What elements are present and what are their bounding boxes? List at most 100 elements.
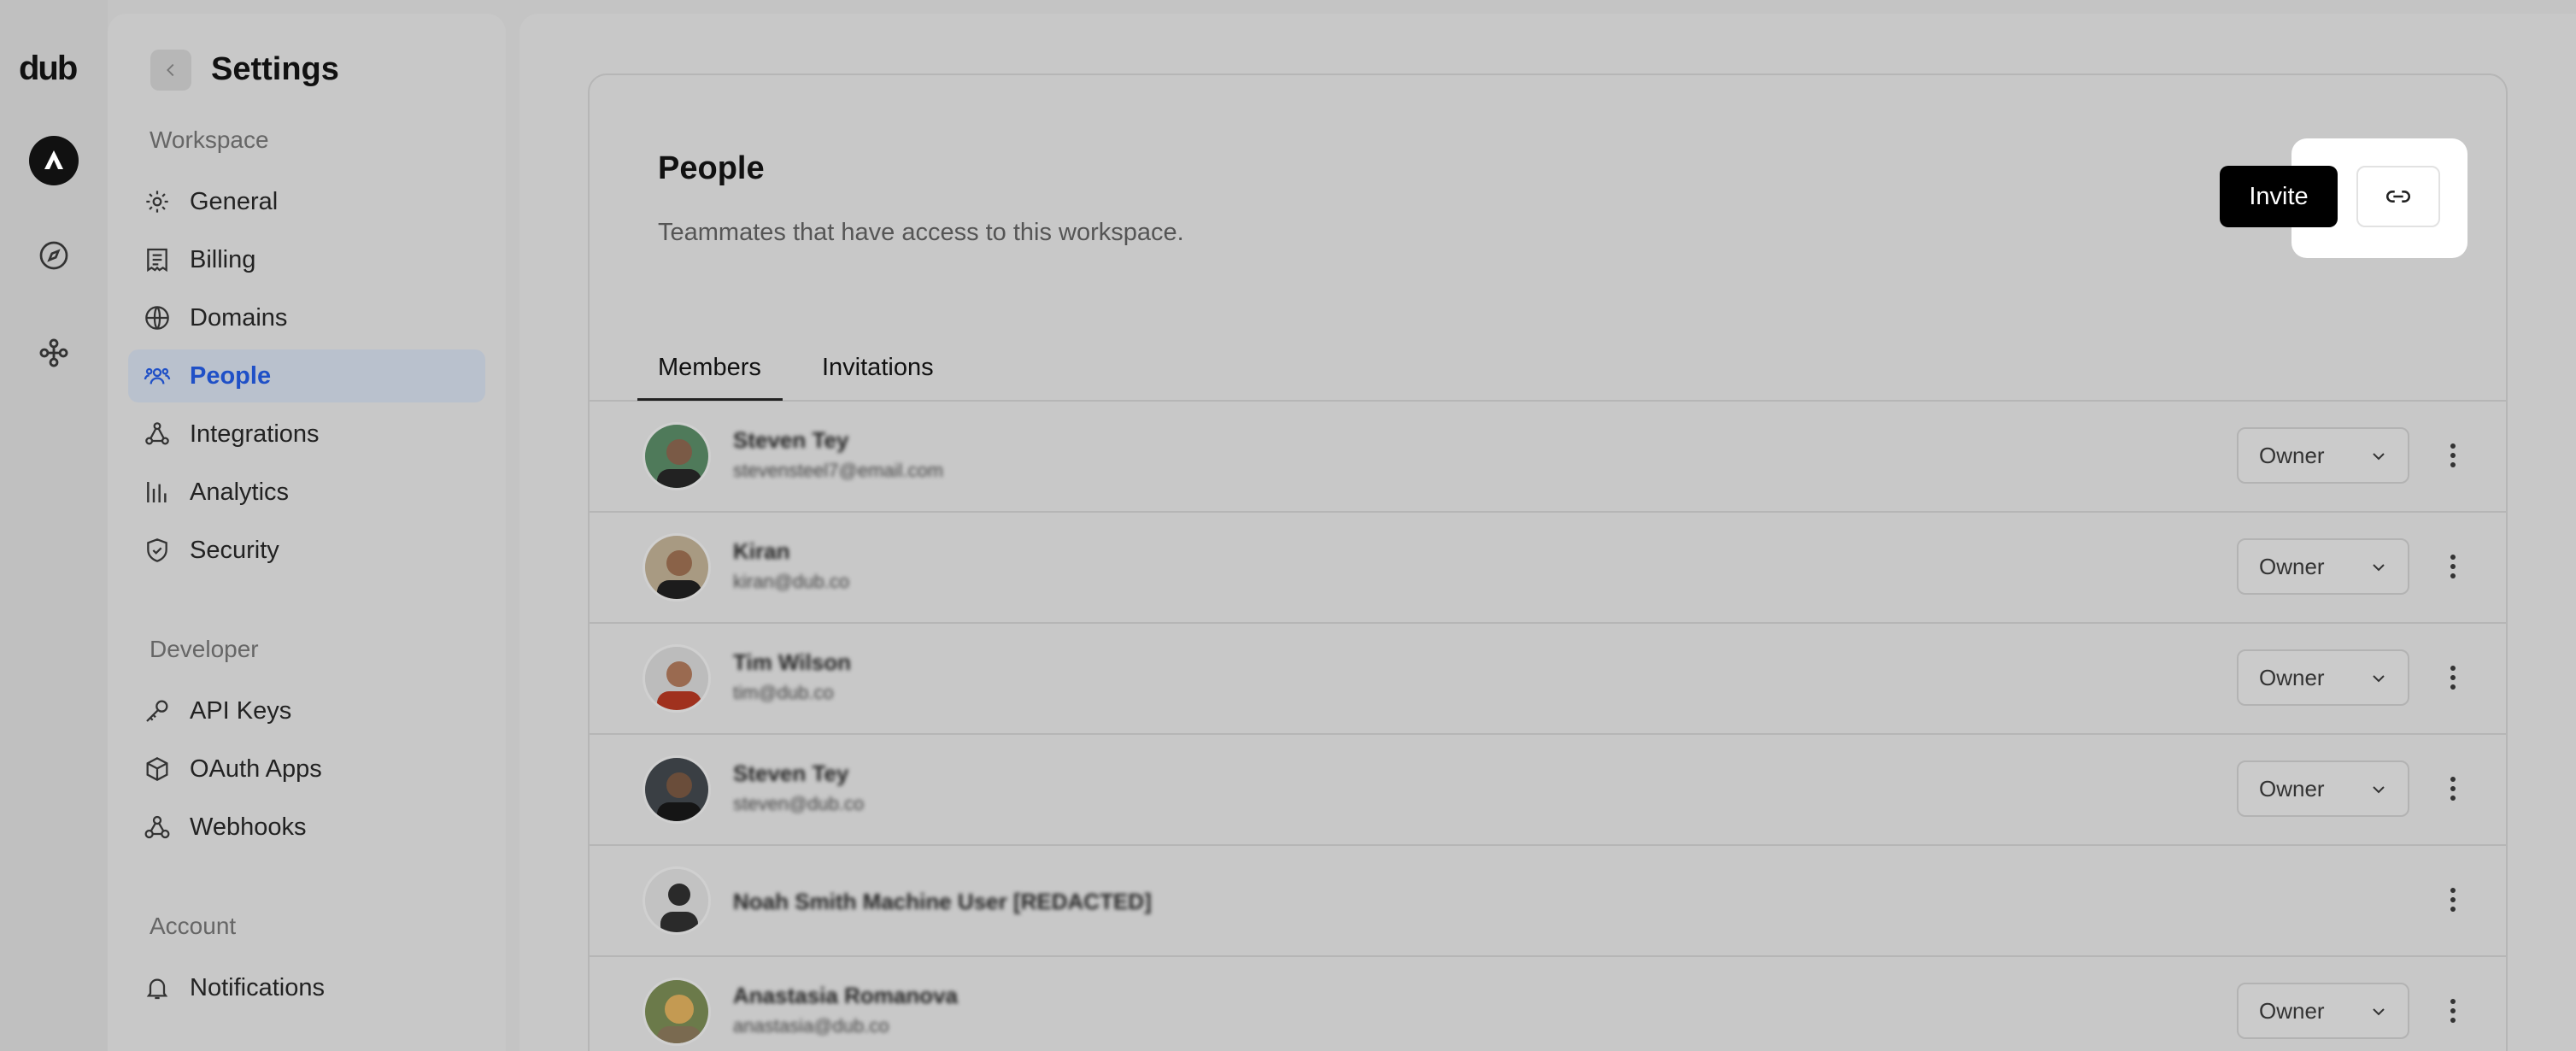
active-tab-indicator [637,398,783,401]
role-value: Owner [2259,775,2325,801]
more-options-icon[interactable] [2432,989,2474,1032]
role-value: Owner [2259,553,2325,579]
people-tabs: Members Invitations [590,332,2506,402]
member-email: stevensteel7@email.com [733,460,944,481]
webhook-icon [142,812,173,843]
avatar [643,422,711,490]
key-icon [142,696,173,726]
workspace-avatar-icon[interactable] [29,136,79,185]
bell-icon [142,972,173,1003]
sidebar-item-label: Billing [190,245,256,273]
member-name: Tim Wilson [733,649,851,675]
avatar [643,644,711,713]
chevron-down-icon [2373,453,2385,461]
app-window: dub Settings Workspace General Billing D… [0,0,2576,1051]
sidebar-item-domains[interactable]: Domains [128,291,485,344]
sidebar-item-label: Security [190,536,279,564]
globe-icon [142,302,173,333]
table-row: Steven Tey stevensteel7@email.com Owner [590,402,2506,513]
more-options-icon[interactable] [2432,767,2474,810]
sidebar-item-label: Integrations [190,420,320,448]
chevron-down-icon [2373,564,2385,572]
cube-icon [142,754,173,784]
sidebar-item-integrations[interactable]: Integrations [128,408,485,461]
integrations-network-icon[interactable] [36,335,72,371]
role-value: Owner [2259,664,2325,690]
shield-icon [142,535,173,566]
member-name: Steven Tey [733,760,849,786]
more-options-icon[interactable] [2432,656,2474,699]
link-icon [2386,191,2410,203]
sidebar-title: Settings [211,51,339,87]
sidebar-item-general[interactable]: General [128,175,485,228]
back-button[interactable] [150,50,191,91]
sidebar-item-label: People [190,361,272,390]
avatar [643,978,711,1046]
receipt-icon [142,244,173,275]
avatar [643,755,711,824]
member-name: Kiran [733,538,790,564]
sidebar-item-analytics[interactable]: Analytics [128,466,485,519]
icon-rail: dub [0,0,108,1051]
avatar [643,866,711,935]
sidebar-item-label: Domains [190,303,288,332]
section-label-workspace: Workspace [150,126,269,153]
page-subtitle: Teammates that have access to this works… [658,219,1184,246]
role-value: Owner [2259,997,2325,1024]
member-name: Steven Tey [733,427,849,453]
sidebar-item-people[interactable]: People [128,349,485,402]
more-options-icon[interactable] [2432,878,2474,921]
chevron-down-icon [2373,1008,2385,1016]
sidebar-item-label: Notifications [190,973,325,1001]
settings-sidebar: Settings Workspace General Billing Domai… [108,14,506,1051]
role-select[interactable]: Owner [2237,983,2409,1039]
sidebar-item-label: Analytics [190,478,290,506]
role-select[interactable]: Owner [2237,427,2409,484]
sidebar-item-notifications[interactable]: Notifications [128,961,485,1014]
chevron-down-icon [2373,675,2385,683]
table-row: Tim Wilson tim@dub.co Owner [590,624,2506,735]
member-name: Noah Smith Machine User [REDACTED] [733,889,1152,914]
page-title: People [658,150,765,186]
copy-invite-link-button[interactable] [2356,166,2440,227]
dub-logo[interactable]: dub [19,50,78,88]
integrations-icon [142,419,173,449]
member-email: steven@dub.co [733,793,865,814]
sidebar-item-oauth-apps[interactable]: OAuth Apps [128,743,485,796]
member-email: kiran@dub.co [733,571,850,592]
analytics-icon [142,477,173,508]
member-email: anastasia@dub.co [733,1015,889,1036]
sidebar-item-label: General [190,187,279,215]
sidebar-item-security[interactable]: Security [128,524,485,577]
table-row: Steven Tey steven@dub.co Owner [590,735,2506,846]
sidebar-item-label: Webhooks [190,813,307,841]
avatar [643,533,711,602]
role-value: Owner [2259,442,2325,468]
more-options-icon[interactable] [2432,545,2474,588]
role-select[interactable]: Owner [2237,649,2409,706]
role-select[interactable]: Owner [2237,760,2409,817]
chevron-down-icon [2373,786,2385,794]
sidebar-item-label: API Keys [190,696,292,725]
sidebar-item-billing[interactable]: Billing [128,233,485,286]
people-card: People Teammates that have access to thi… [588,73,2508,1051]
chevron-left-icon [167,63,174,77]
section-label-account: Account [150,913,237,939]
section-label-developer: Developer [150,636,259,662]
member-email: tim@dub.co [733,682,834,703]
role-select[interactable]: Owner [2237,538,2409,595]
table-row: Kiran kiran@dub.co Owner [590,513,2506,624]
more-options-icon[interactable] [2432,434,2474,477]
sidebar-item-webhooks[interactable]: Webhooks [128,801,485,854]
table-row: Noah Smith Machine User [REDACTED] [590,846,2506,957]
gear-icon [142,186,173,217]
sidebar-item-api-keys[interactable]: API Keys [128,684,485,737]
main-panel: People Teammates that have access to thi… [519,14,2576,1051]
tab-invitations[interactable]: Invitations [822,354,934,382]
sidebar-item-label: OAuth Apps [190,754,322,783]
invite-button[interactable]: Invite [2220,166,2338,227]
tab-members[interactable]: Members [658,354,761,382]
users-icon [142,361,173,391]
compass-icon[interactable] [36,238,72,273]
member-name: Anastasia Romanova [733,983,958,1008]
